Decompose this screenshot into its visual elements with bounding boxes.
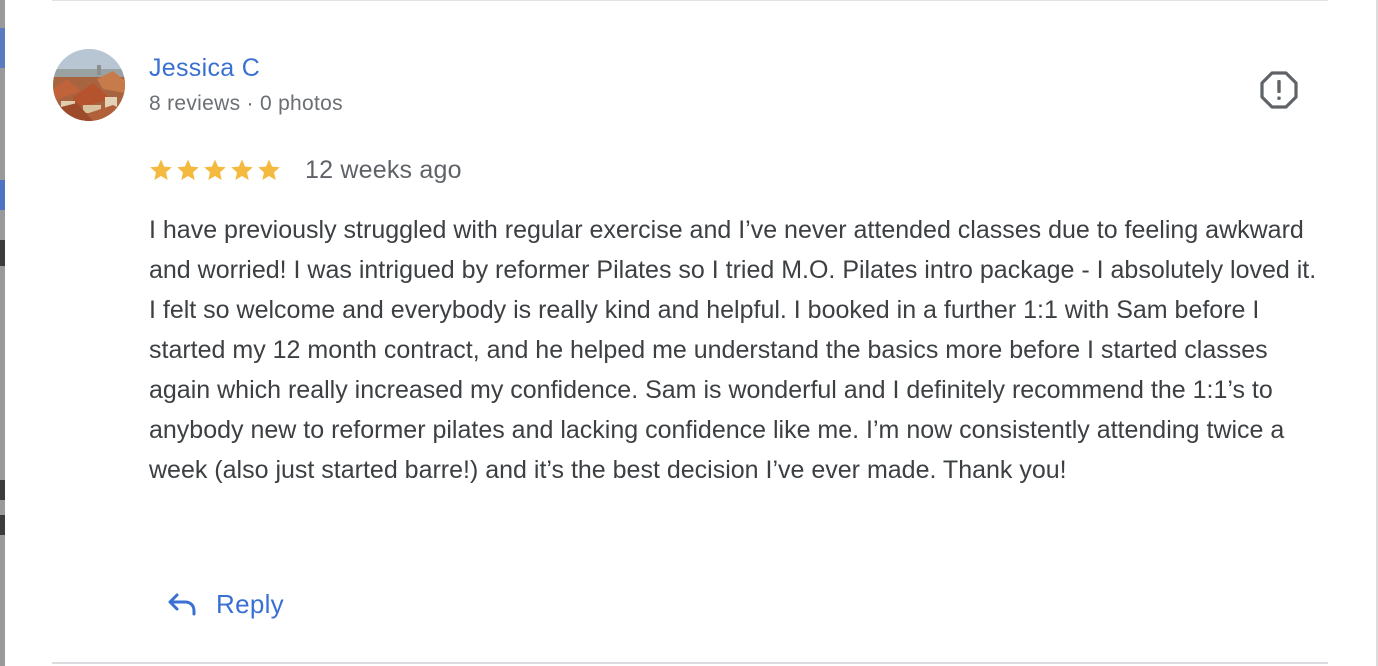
avatar-photo — [53, 49, 125, 121]
reply-label: Reply — [216, 588, 284, 619]
review-card: Jessica C 8 reviews · 0 photos 12 weeks … — [0, 0, 1378, 666]
star-icon — [176, 158, 200, 182]
review-time: 12 weeks ago — [305, 155, 462, 184]
top-divider — [52, 0, 1328, 1]
left-page-edge — [0, 0, 5, 666]
edge-mark — [0, 480, 5, 500]
rating-row: 12 weeks ago — [149, 152, 462, 188]
edge-mark — [0, 240, 5, 266]
edge-mark — [0, 28, 5, 68]
reply-button[interactable]: Reply — [166, 584, 284, 624]
reply-arrow-icon — [166, 591, 198, 617]
bottom-divider — [52, 662, 1328, 664]
edge-mark — [0, 515, 5, 535]
reviewer-name[interactable]: Jessica C — [149, 54, 260, 83]
star-icon — [149, 158, 173, 182]
edge-mark — [0, 180, 5, 210]
star-icon — [257, 158, 281, 182]
review-text: I have previously struggled with regular… — [149, 216, 1317, 484]
star-icon — [230, 158, 254, 182]
star-icon — [203, 158, 227, 182]
report-icon[interactable] — [1259, 70, 1299, 110]
avatar[interactable] — [53, 49, 125, 121]
reviewer-meta: 8 reviews · 0 photos — [149, 92, 343, 115]
star-rating — [149, 158, 281, 182]
